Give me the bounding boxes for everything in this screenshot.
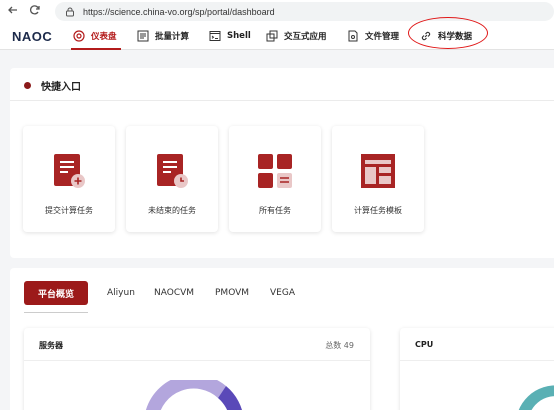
url-text: https://science.china-vo.org/sp/portal/d…: [83, 6, 275, 17]
reload-icon[interactable]: [28, 4, 42, 18]
server-panel: 服务器 总数 49: [24, 328, 370, 410]
site-info-icon[interactable]: [65, 7, 75, 17]
grid-icon: [258, 154, 292, 188]
nav-file-manager[interactable]: 文件管理: [347, 28, 399, 44]
nav-shell[interactable]: Shell: [209, 28, 251, 44]
server-donut-chart[interactable]: [134, 380, 254, 410]
tile-submit-task[interactable]: 提交计算任务: [23, 126, 115, 232]
address-bar[interactable]: https://science.china-vo.org/sp/portal/d…: [55, 2, 554, 21]
template-icon: [361, 154, 395, 188]
nav-label: 交互式应用: [284, 32, 327, 42]
quick-entry-title: 快捷入口: [24, 78, 81, 93]
app-icon: [266, 30, 278, 42]
highlight-annotation: [408, 17, 488, 49]
tile-all-tasks[interactable]: 所有任务: [229, 126, 321, 232]
active-nav-indicator: [71, 48, 121, 50]
tile-unfinished-tasks[interactable]: 未结束的任务: [126, 126, 218, 232]
nav-interactive-apps[interactable]: 交互式应用: [266, 28, 327, 44]
nav-batch-compute[interactable]: 批量计算: [137, 28, 189, 44]
nav-label: Shell: [227, 31, 251, 41]
nav-dashboard[interactable]: 仪表盘: [73, 28, 117, 44]
list-icon: [137, 30, 149, 42]
section-title: 快捷入口: [41, 82, 81, 93]
tab-vega[interactable]: VEGA: [270, 281, 295, 305]
tile-label: 所有任务: [259, 206, 291, 215]
divider: [24, 360, 370, 361]
nav-label: 文件管理: [365, 32, 400, 42]
server-count: 总数 49: [325, 341, 354, 350]
tab-platform-overview[interactable]: 平台概览: [24, 281, 88, 305]
tile-task-templates[interactable]: 计算任务模板: [332, 126, 424, 232]
nav-label: 批量计算: [155, 32, 190, 42]
terminal-icon: [209, 31, 221, 41]
cpu-panel: CPU: [400, 328, 554, 410]
tab-underline: [24, 312, 88, 313]
divider: [10, 100, 554, 101]
tile-label: 提交计算任务: [45, 206, 93, 215]
cpu-donut-chart[interactable]: [510, 384, 554, 410]
tab-aliyun[interactable]: Aliyun: [107, 281, 135, 305]
nav-label: 仪表盘: [91, 32, 117, 42]
panel-title: 服务器: [39, 341, 63, 350]
tab-naocvm[interactable]: NAOCVM: [154, 281, 194, 305]
logo[interactable]: NAOC: [12, 29, 52, 44]
panel-title: CPU: [415, 340, 434, 349]
doc-clock-icon: [157, 154, 188, 188]
doc-plus-icon: [54, 154, 85, 188]
bullet-dot: [24, 82, 31, 89]
tab-pmovm[interactable]: PMOVM: [215, 281, 249, 305]
divider: [400, 360, 554, 361]
dashboard-icon: [73, 30, 85, 42]
tile-label: 未结束的任务: [148, 206, 196, 215]
arrow-left-icon[interactable]: [6, 4, 20, 18]
tile-label: 计算任务模板: [354, 206, 402, 215]
file-icon: [348, 30, 358, 42]
